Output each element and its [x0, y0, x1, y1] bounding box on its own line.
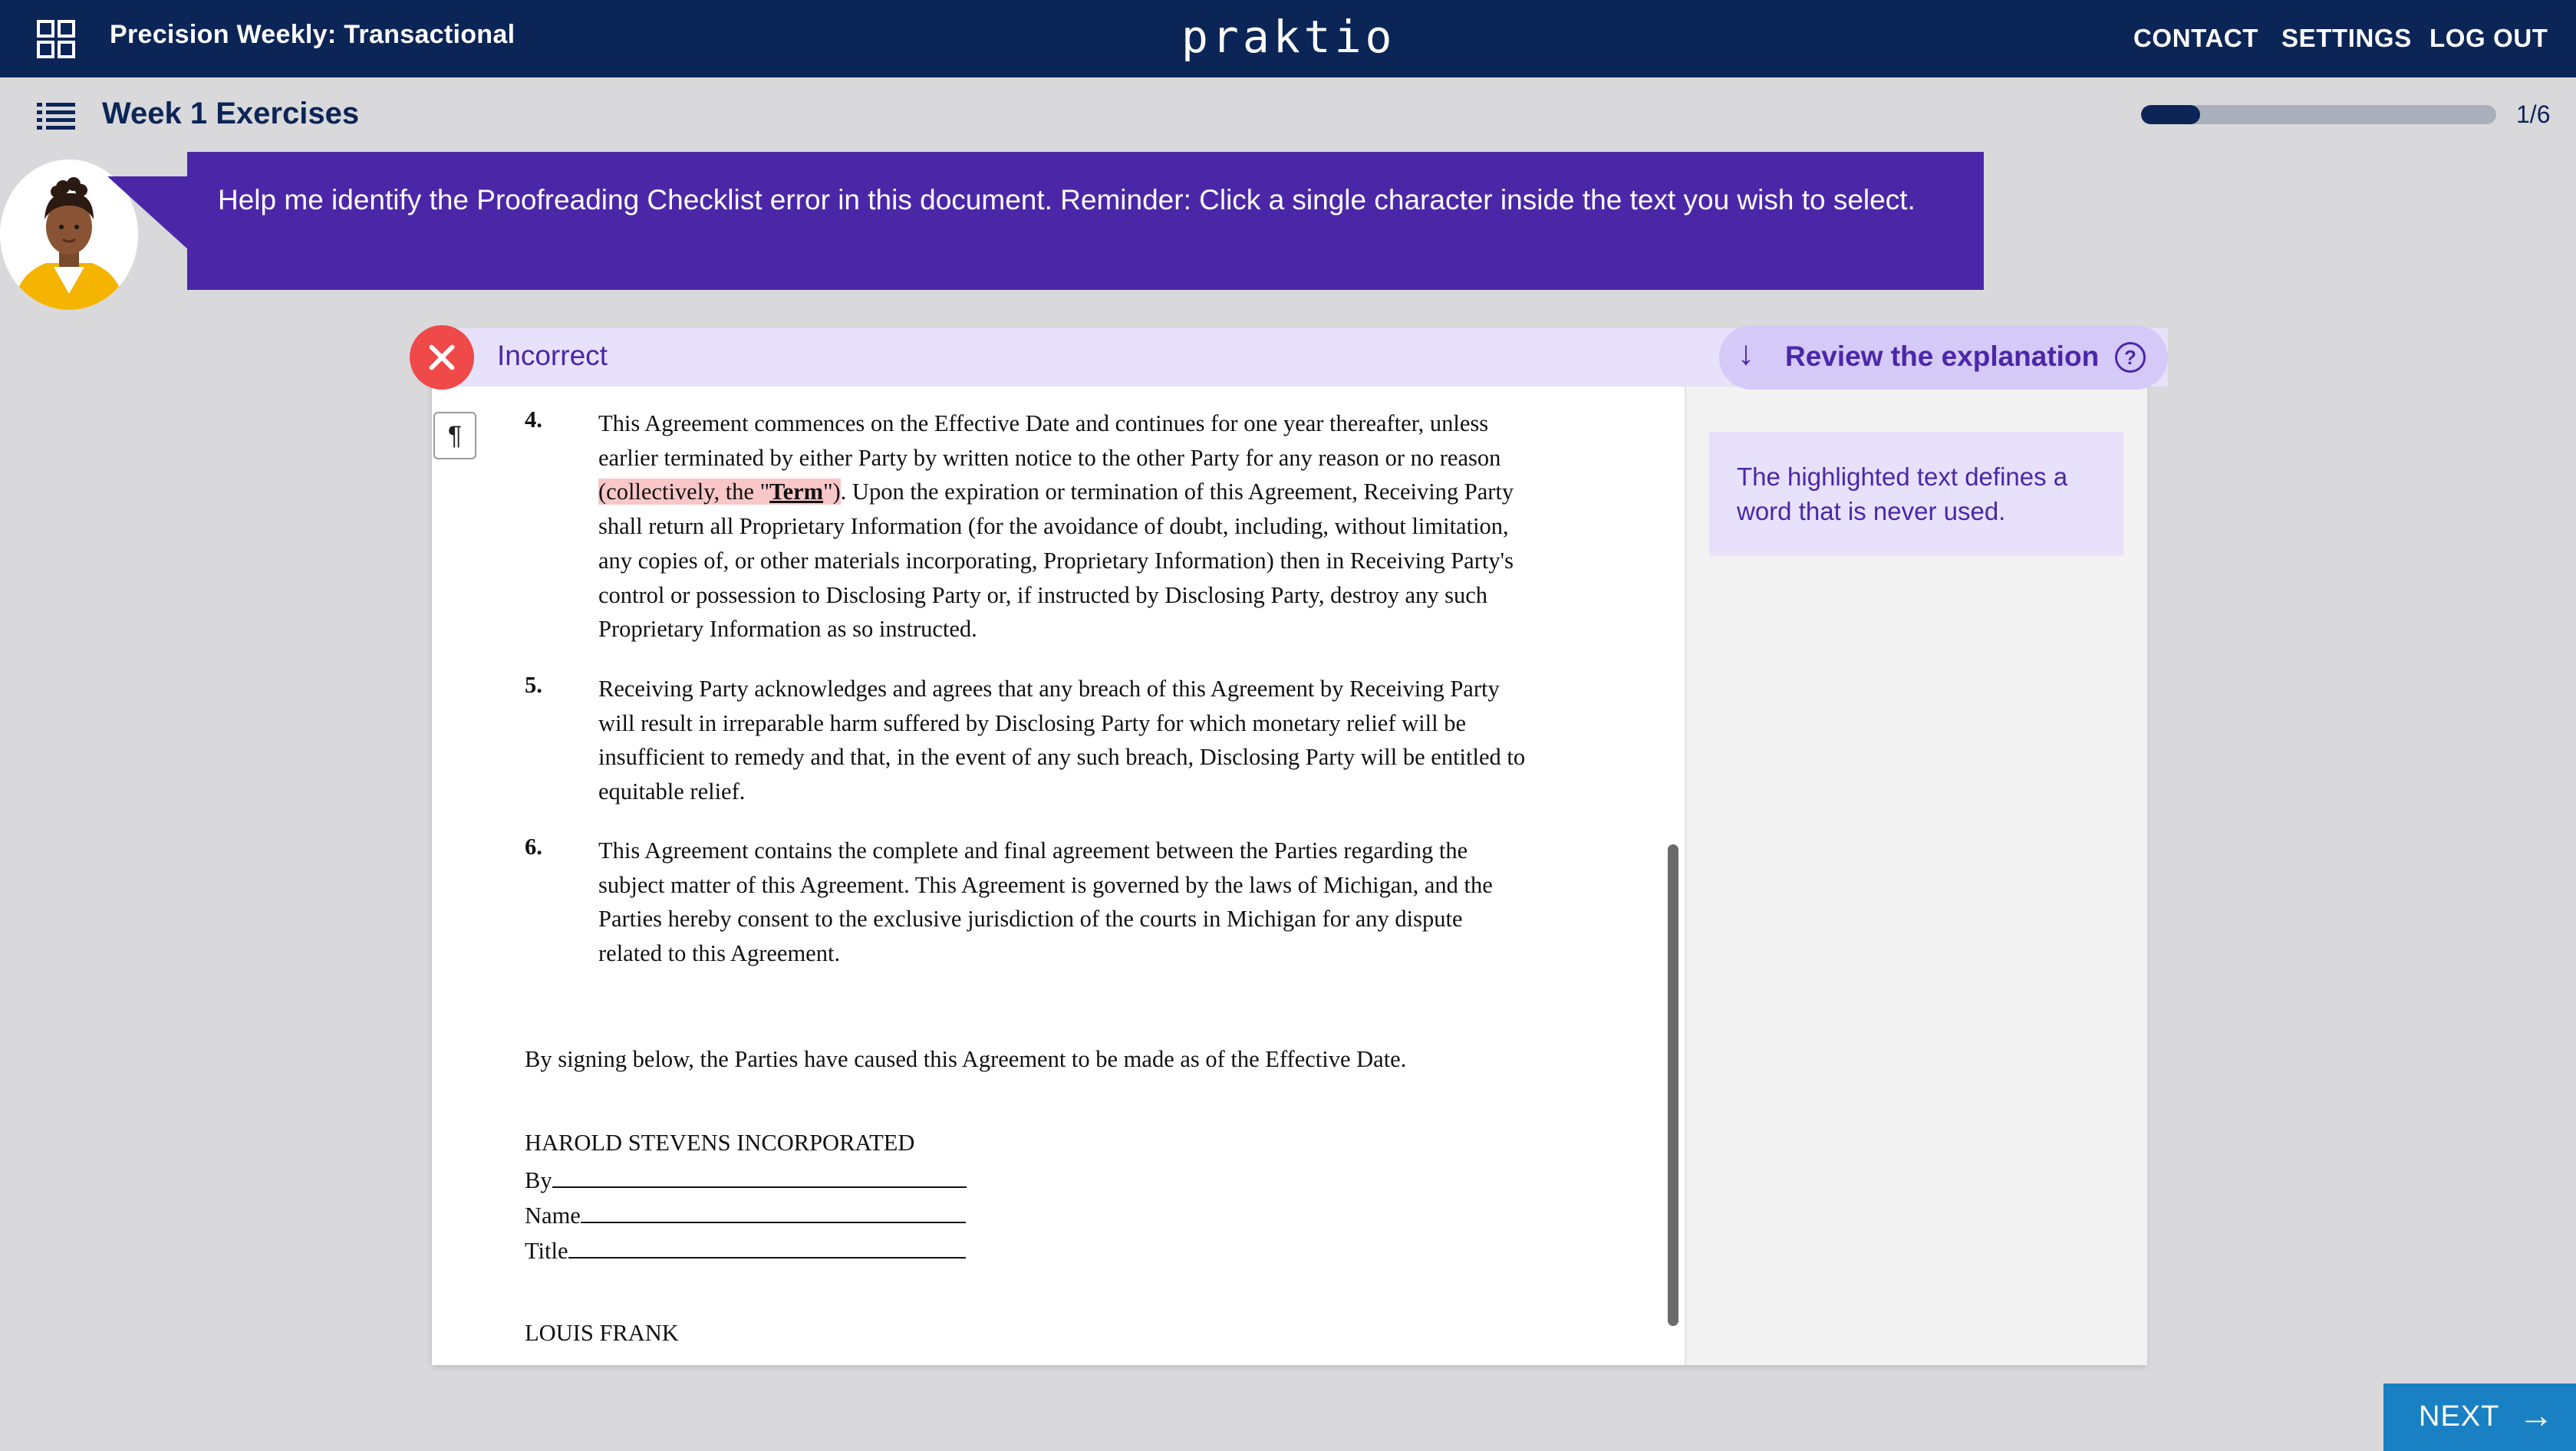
page-title: Week 1 Exercises: [102, 97, 360, 130]
brand-logo: praktio: [1181, 11, 1396, 63]
progress-bar: [2141, 105, 2496, 124]
clause-line[interactable]: equitable relief.: [598, 775, 1605, 809]
review-explanation-label: Review the explanation: [1785, 341, 2100, 372]
signature-title-label[interactable]: Title: [525, 1238, 568, 1264]
clause-line[interactable]: earlier terminated by either Party by wr…: [598, 441, 1605, 475]
next-button[interactable]: NEXT →: [2383, 1384, 2576, 1451]
app-title: Precision Weekly: Transactional: [110, 20, 516, 49]
nav-settings[interactable]: SETTINGS: [2281, 24, 2412, 53]
clause-line[interactable]: shall return all Proprietary Information…: [598, 509, 1605, 544]
clause-number: 6.: [525, 834, 542, 860]
top-bar: Precision Weekly: Transactional praktio …: [0, 0, 2576, 77]
next-label: NEXT: [2419, 1400, 2500, 1433]
defined-term[interactable]: Term: [769, 479, 823, 505]
progress-fill: [2141, 105, 2201, 124]
explanation-box: The highlighted text defines a word that…: [1709, 432, 2123, 556]
signature-name-label[interactable]: Name: [525, 1203, 581, 1229]
clause-line[interactable]: (collectively, the "Term"). Upon the exp…: [598, 475, 1605, 509]
clause-line[interactable]: any copies of, or other materials incorp…: [598, 544, 1605, 578]
clause-line[interactable]: subject matter of this Agreement. This A…: [598, 868, 1605, 903]
signature-name-line: [580, 1200, 966, 1223]
signature-name-row: Name: [525, 1200, 966, 1229]
clause-body: Receiving Party acknowledges and agrees …: [598, 672, 1605, 809]
clause-number: 5.: [525, 672, 542, 698]
nav-logout[interactable]: LOG OUT: [2429, 24, 2548, 53]
progress-counter: 1/6: [2516, 100, 2551, 128]
clause-line[interactable]: Parties hereby consent to the exclusive …: [598, 902, 1605, 936]
apps-grid-icon[interactable]: [37, 20, 77, 60]
signature-by-label[interactable]: By: [525, 1167, 552, 1193]
incorrect-x-icon: [410, 325, 474, 390]
exercise-list-icon[interactable]: [37, 103, 75, 130]
arrow-down-icon: ↓: [1738, 334, 1754, 372]
clause-line[interactable]: related to this Agreement.: [598, 936, 1605, 971]
clause-line[interactable]: will result in irreparable harm suffered…: [598, 706, 1605, 741]
signature-title-row: Title: [525, 1235, 966, 1265]
prompt-bubble: Help me identify the Proofreading Checkl…: [187, 152, 1984, 290]
clause-line[interactable]: insufficient to remedy and that, in the …: [598, 740, 1605, 775]
clause-line[interactable]: This Agreement commences on the Effectiv…: [598, 406, 1605, 441]
arrow-right-icon: →: [2518, 1395, 2555, 1435]
prompt-text: Help me identify the Proofreading Checkl…: [218, 184, 1916, 216]
clause-line[interactable]: Receiving Party acknowledges and agrees …: [598, 672, 1605, 706]
result-status: Incorrect: [497, 340, 608, 371]
closing-sentence[interactable]: By signing below, the Parties have cause…: [525, 1046, 1406, 1073]
help-icon[interactable]: ?: [2115, 342, 2146, 373]
clause-body: This Agreement contains the complete and…: [598, 834, 1605, 971]
highlighted-definition[interactable]: (collectively, the "Term"): [598, 479, 841, 505]
nav-contact[interactable]: CONTACT: [2133, 24, 2258, 53]
explanation-text: The highlighted text defines a word that…: [1737, 462, 2068, 525]
speech-bubble-tail: [107, 176, 189, 250]
clause-body: This Agreement commences on the Effectiv…: [598, 406, 1605, 647]
signature-by-line: [552, 1165, 967, 1188]
party-2-name[interactable]: LOUIS FRANK: [525, 1320, 679, 1347]
clause-number: 4.: [525, 406, 542, 433]
clause-line[interactable]: control or possession to Disclosing Part…: [598, 578, 1605, 613]
review-explanation-button[interactable]: ↓ Review the explanation ?: [1719, 325, 2168, 390]
document-scrollbar[interactable]: [1668, 844, 1678, 1326]
paragraph-mark-toggle[interactable]: ¶: [433, 412, 476, 459]
clause-line[interactable]: This Agreement contains the complete and…: [598, 834, 1605, 868]
party-1-name[interactable]: HAROLD STEVENS INCORPORATED: [525, 1130, 914, 1157]
signature-by-row: By: [525, 1165, 967, 1194]
clause-line[interactable]: Proprietary Information as so instructed…: [598, 612, 1605, 647]
signature-title-line: [568, 1235, 966, 1259]
